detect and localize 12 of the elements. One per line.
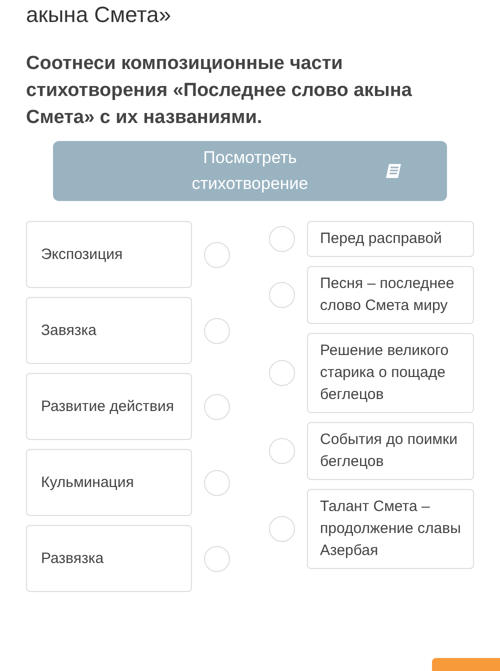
question-text: Соотнеси композиционные части стихотворения «Последнее слово акына Смета» с их названиями. bbox=[26, 52, 413, 130]
answer-card[interactable]: Развитие действия bbox=[26, 373, 192, 440]
answer-card[interactable]: События до поимки беглецов bbox=[307, 422, 474, 480]
answer-card[interactable]: Развязка bbox=[26, 525, 192, 592]
answer-card[interactable]: Экспозиция bbox=[26, 221, 192, 288]
answer-card[interactable]: Песня – последнее слово Смета миру bbox=[307, 266, 474, 324]
answer-card[interactable]: Кульминация bbox=[26, 449, 192, 516]
page-heading: акына Смета» bbox=[26, 2, 172, 28]
answer-card[interactable]: Решение великого старика о пощаде беглецов bbox=[307, 333, 474, 413]
answer-card[interactable]: Завязка bbox=[26, 297, 192, 364]
answer-card[interactable]: Перед расправой bbox=[307, 221, 474, 257]
answer-card[interactable]: Талант Смета – продолжение славы Азербая bbox=[307, 489, 474, 569]
